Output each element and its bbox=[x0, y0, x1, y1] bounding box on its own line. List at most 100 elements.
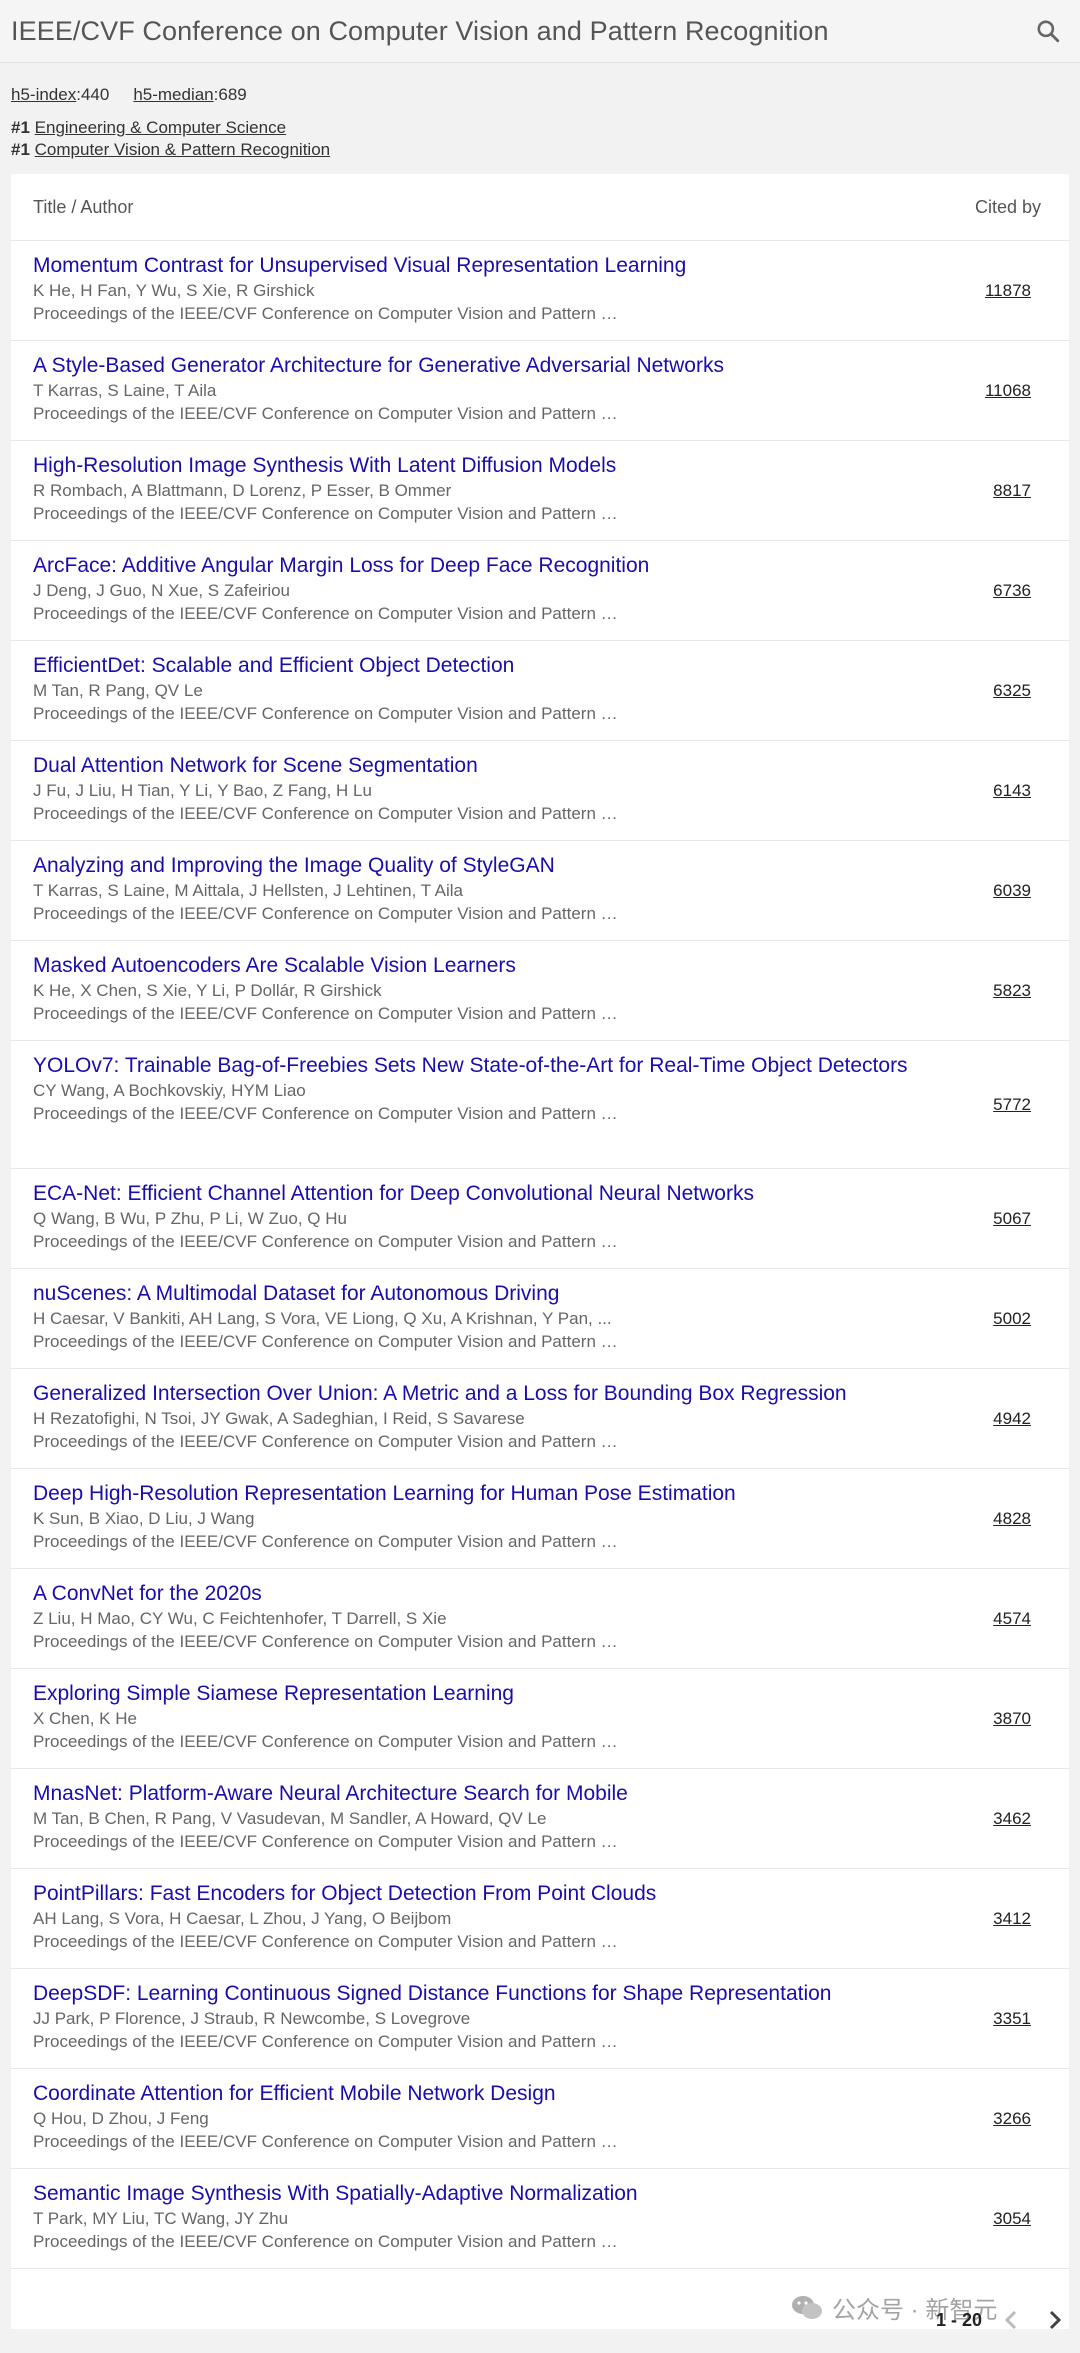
paper-authors: K He, X Chen, S Xie, Y Li, P Dollár, R G… bbox=[33, 981, 382, 1000]
cited-by-link[interactable]: 11068 bbox=[985, 381, 1031, 401]
paper-title-link[interactable]: Exploring Simple Siamese Representation … bbox=[33, 1680, 933, 1707]
cited-by-link[interactable]: 8817 bbox=[993, 481, 1031, 501]
paper-title-link[interactable]: ECA-Net: Efficient Channel Attention for… bbox=[33, 1180, 933, 1207]
paper-venue: Proceedings of the IEEE/CVF Conference o… bbox=[33, 604, 618, 623]
column-title-author: Title / Author bbox=[33, 196, 134, 217]
paper-venue: Proceedings of the IEEE/CVF Conference o… bbox=[33, 1732, 618, 1751]
paper-authors: T Park, MY Liu, TC Wang, JY Zhu bbox=[33, 2209, 289, 2228]
paper-venue: Proceedings of the IEEE/CVF Conference o… bbox=[33, 904, 618, 923]
chevron-right-icon bbox=[1049, 2310, 1062, 2330]
paper-authors: H Rezatofighi, N Tsoi, JY Gwak, A Sadegh… bbox=[33, 1409, 525, 1428]
paper-title-link[interactable]: Coordinate Attention for Efficient Mobil… bbox=[33, 2080, 933, 2107]
paper-venue: Proceedings of the IEEE/CVF Conference o… bbox=[33, 2032, 618, 2051]
paper-authors: R Rombach, A Blattmann, D Lorenz, P Esse… bbox=[33, 481, 452, 500]
pagination: 1 - 20 bbox=[936, 2305, 1070, 2335]
h5-median-value: :689 bbox=[213, 85, 247, 104]
table-row: nuScenes: A Multimodal Dataset for Auton… bbox=[11, 1269, 1069, 1369]
h5-metrics: h5-index:440 h5-median:689 bbox=[11, 85, 1069, 111]
paper-venue: Proceedings of the IEEE/CVF Conference o… bbox=[33, 404, 618, 423]
paper-authors: Q Wang, B Wu, P Zhu, P Li, W Zuo, Q Hu bbox=[33, 1209, 347, 1228]
search-icon bbox=[1037, 20, 1060, 43]
cited-by-link[interactable]: 5067 bbox=[993, 1209, 1031, 1229]
prev-page-button[interactable] bbox=[996, 2305, 1026, 2335]
ranking-item: #1 Engineering & Computer Science bbox=[11, 117, 1069, 139]
page-range: 1 - 20 bbox=[935, 2309, 982, 2330]
page-title: IEEE/CVF Conference on Computer Vision a… bbox=[11, 15, 829, 46]
paper-title-link[interactable]: Deep High-Resolution Representation Lear… bbox=[33, 1480, 933, 1507]
cited-by-link[interactable]: 6143 bbox=[993, 781, 1031, 801]
paper-authors: J Fu, J Liu, H Tian, Y Li, Y Bao, Z Fang… bbox=[33, 781, 372, 800]
paper-authors: J Deng, J Guo, N Xue, S Zafeiriou bbox=[33, 581, 291, 600]
paper-title-link[interactable]: Dual Attention Network for Scene Segment… bbox=[33, 752, 933, 779]
paper-title-link[interactable]: YOLOv7: Trainable Bag-of-Freebies Sets N… bbox=[33, 1052, 933, 1079]
paper-venue: Proceedings of the IEEE/CVF Conference o… bbox=[33, 1104, 618, 1123]
metrics-section: h5-index:440 h5-median:689 #1 Engineering… bbox=[0, 63, 1080, 161]
rank-number: #1 bbox=[11, 118, 30, 137]
cited-by-link[interactable]: 6325 bbox=[993, 681, 1031, 701]
paper-venue: Proceedings of the IEEE/CVF Conference o… bbox=[33, 2232, 618, 2251]
table-row: Masked Autoencoders Are Scalable Vision … bbox=[11, 941, 1069, 1041]
wechat-icon bbox=[792, 2295, 822, 2319]
paper-venue: Proceedings of the IEEE/CVF Conference o… bbox=[33, 1232, 618, 1251]
h5-index-value: :440 bbox=[76, 85, 110, 104]
ranking-category-link[interactable]: Computer Vision & Pattern Recognition bbox=[35, 140, 330, 159]
cited-by-link[interactable]: 4828 bbox=[993, 1509, 1031, 1529]
paper-venue: Proceedings of the IEEE/CVF Conference o… bbox=[33, 1532, 618, 1551]
search-button[interactable] bbox=[1028, 11, 1068, 51]
table-row: Deep High-Resolution Representation Lear… bbox=[11, 1469, 1069, 1569]
paper-title-link[interactable]: EfficientDet: Scalable and Efficient Obj… bbox=[33, 652, 933, 679]
paper-title-link[interactable]: nuScenes: A Multimodal Dataset for Auton… bbox=[33, 1280, 933, 1307]
paper-venue: Proceedings of the IEEE/CVF Conference o… bbox=[33, 1832, 618, 1851]
table-row: Analyzing and Improving the Image Qualit… bbox=[11, 841, 1069, 941]
table-row: Semantic Image Synthesis With Spatially-… bbox=[11, 2169, 1069, 2269]
paper-title-link[interactable]: Generalized Intersection Over Union: A M… bbox=[33, 1380, 933, 1407]
table-row: MnasNet: Platform-Aware Neural Architect… bbox=[11, 1769, 1069, 1869]
paper-title-link[interactable]: A ConvNet for the 2020s bbox=[33, 1580, 933, 1607]
table-header: Title / Author Cited by bbox=[11, 174, 1069, 241]
cited-by-link[interactable]: 5002 bbox=[993, 1309, 1031, 1329]
paper-title-link[interactable]: A Style-Based Generator Architecture for… bbox=[33, 352, 933, 379]
cited-by-link[interactable]: 6039 bbox=[993, 881, 1031, 901]
paper-title-link[interactable]: Masked Autoencoders Are Scalable Vision … bbox=[33, 952, 933, 979]
table-row: A Style-Based Generator Architecture for… bbox=[11, 341, 1069, 441]
paper-title-link[interactable]: ArcFace: Additive Angular Margin Loss fo… bbox=[33, 552, 933, 579]
cited-by-link[interactable]: 3054 bbox=[993, 2209, 1031, 2229]
table-row: Dual Attention Network for Scene Segment… bbox=[11, 741, 1069, 841]
paper-authors: M Tan, B Chen, R Pang, V Vasudevan, M Sa… bbox=[33, 1809, 547, 1828]
cited-by-link[interactable]: 4942 bbox=[993, 1409, 1031, 1429]
paper-venue: Proceedings of the IEEE/CVF Conference o… bbox=[33, 1632, 618, 1651]
cited-by-link[interactable]: 6736 bbox=[993, 581, 1031, 601]
paper-title-link[interactable]: Semantic Image Synthesis With Spatially-… bbox=[33, 2180, 933, 2207]
cited-by-link[interactable]: 3266 bbox=[993, 2109, 1031, 2129]
cited-by-link[interactable]: 4574 bbox=[993, 1609, 1031, 1629]
ranking-item: #1 Computer Vision & Pattern Recognition bbox=[11, 139, 1069, 161]
paper-title-link[interactable]: Analyzing and Improving the Image Qualit… bbox=[33, 852, 933, 879]
paper-title-link[interactable]: High-Resolution Image Synthesis With Lat… bbox=[33, 452, 933, 479]
table-row: ECA-Net: Efficient Channel Attention for… bbox=[11, 1169, 1069, 1269]
paper-venue: Proceedings of the IEEE/CVF Conference o… bbox=[33, 2132, 618, 2151]
cited-by-link[interactable]: 3412 bbox=[993, 1909, 1031, 1929]
paper-authors: CY Wang, A Bochkovskiy, HYM Liao bbox=[33, 1081, 306, 1100]
paper-venue: Proceedings of the IEEE/CVF Conference o… bbox=[33, 704, 618, 723]
paper-title-link[interactable]: PointPillars: Fast Encoders for Object D… bbox=[33, 1880, 933, 1907]
cited-by-link[interactable]: 3351 bbox=[993, 2009, 1031, 2029]
table-row: Exploring Simple Siamese Representation … bbox=[11, 1669, 1069, 1769]
ranking-category-link[interactable]: Engineering & Computer Science bbox=[35, 118, 286, 137]
next-page-button[interactable] bbox=[1040, 2305, 1070, 2335]
table-body: Momentum Contrast for Unsupervised Visua… bbox=[11, 241, 1069, 2269]
cited-by-link[interactable]: 3462 bbox=[993, 1809, 1031, 1829]
h5-index-link[interactable]: h5-index bbox=[11, 85, 76, 104]
cited-by-link[interactable]: 5823 bbox=[993, 981, 1031, 1001]
table-row: High-Resolution Image Synthesis With Lat… bbox=[11, 441, 1069, 541]
cited-by-link[interactable]: 11878 bbox=[985, 281, 1031, 301]
paper-title-link[interactable]: DeepSDF: Learning Continuous Signed Dist… bbox=[33, 1980, 933, 2007]
table-row: EfficientDet: Scalable and Efficient Obj… bbox=[11, 641, 1069, 741]
paper-title-link[interactable]: MnasNet: Platform-Aware Neural Architect… bbox=[33, 1780, 933, 1807]
paper-title-link[interactable]: Momentum Contrast for Unsupervised Visua… bbox=[33, 252, 933, 279]
cited-by-link[interactable]: 5772 bbox=[993, 1095, 1031, 1115]
rank-number: #1 bbox=[11, 140, 30, 159]
cited-by-link[interactable]: 3870 bbox=[993, 1709, 1031, 1729]
paper-venue: Proceedings of the IEEE/CVF Conference o… bbox=[33, 1332, 618, 1351]
paper-authors: K Sun, B Xiao, D Liu, J Wang bbox=[33, 1509, 255, 1528]
h5-median-link[interactable]: h5-median bbox=[133, 85, 213, 104]
